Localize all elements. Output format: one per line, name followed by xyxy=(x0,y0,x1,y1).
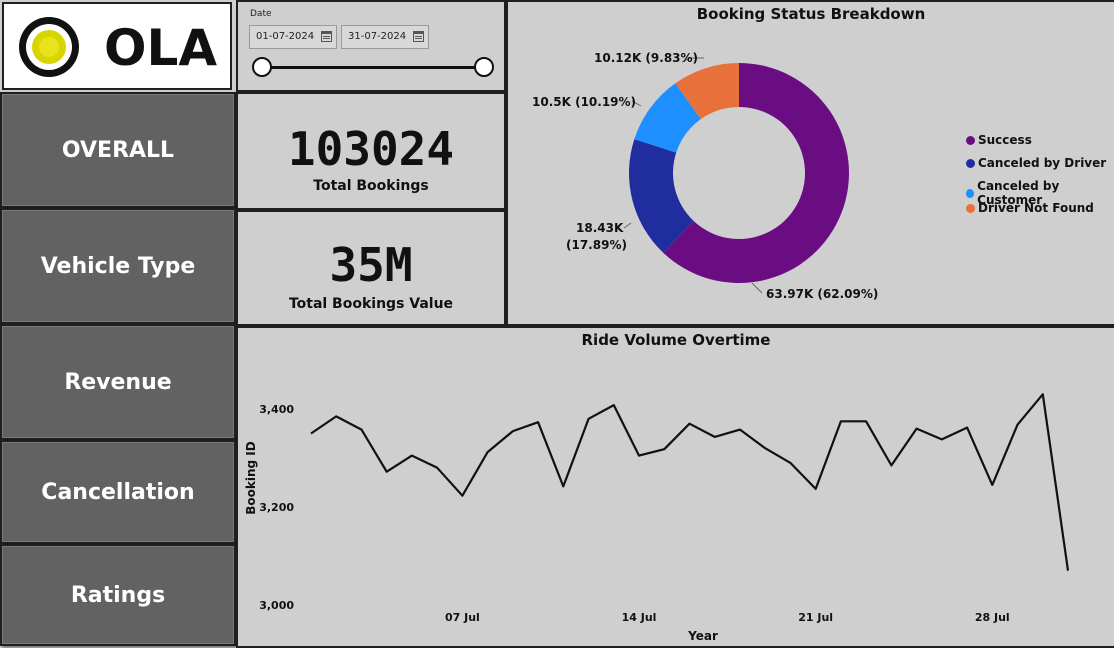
y-tick-label: 3,400 xyxy=(259,403,294,416)
ride-volume-series xyxy=(310,393,1070,571)
x-tick-label: 07 Jul xyxy=(445,611,480,624)
y-tick-label: 3,200 xyxy=(259,501,294,514)
x-tick-label: 21 Jul xyxy=(798,611,833,624)
x-tick-label: 14 Jul xyxy=(622,611,657,624)
ride-volume-line-chart: 3,000 3,200 3,400 07 Jul 14 Jul 21 Jul 28 Jul… xyxy=(244,393,1070,643)
x-tick-label: 28 Jul xyxy=(975,611,1010,624)
y-axis-label: Booking ID xyxy=(244,441,258,515)
x-axis-label: Year xyxy=(687,629,718,643)
y-tick-label: 3,000 xyxy=(259,599,294,612)
